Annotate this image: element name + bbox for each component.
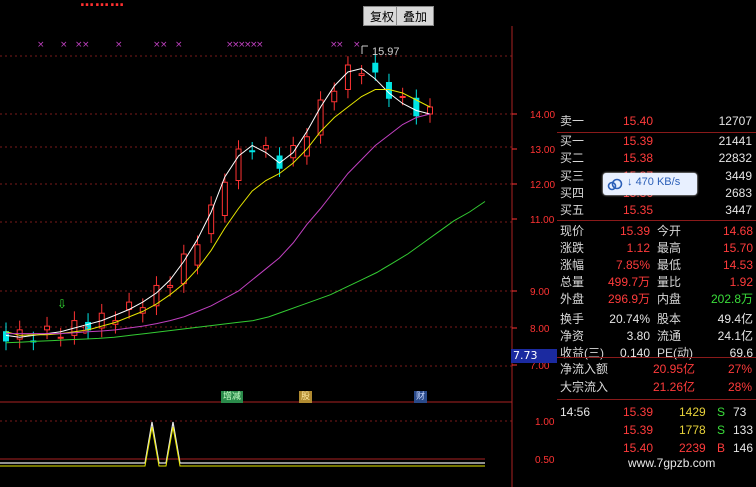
candle-body bbox=[427, 106, 433, 115]
candle-body bbox=[57, 336, 64, 339]
price-axis: 14.0013.0012.0011.009.008.007.001.000.50 bbox=[512, 110, 555, 466]
candle-body bbox=[208, 204, 215, 235]
candle-body bbox=[331, 90, 338, 103]
signal-x-marker: × bbox=[336, 40, 344, 50]
moving-averages bbox=[5, 67, 486, 344]
candle-body bbox=[167, 284, 174, 288]
candle-body bbox=[194, 244, 201, 266]
tick-row: 15.39 1778 S 133 bbox=[623, 423, 754, 437]
candle-body bbox=[358, 73, 365, 76]
indicator-tick-label: 1.00 bbox=[535, 417, 555, 428]
indicator-line-white bbox=[0, 421, 485, 464]
sell-arrow-icon: ⇧ bbox=[80, 323, 90, 337]
candle-body bbox=[249, 150, 256, 153]
candle-body bbox=[344, 64, 351, 90]
buy-arrow-icon: ⇩ bbox=[57, 297, 67, 311]
window-title: ……… bbox=[80, 0, 125, 10]
signal-x-marker: × bbox=[353, 40, 361, 50]
event-marker-finance[interactable]: 财 bbox=[414, 391, 428, 403]
candle-body bbox=[44, 325, 51, 331]
kline-chart[interactable]: 14.0013.0012.0011.009.008.007.001.000.50… bbox=[0, 26, 557, 487]
current-price-tag: 7.73 bbox=[511, 349, 557, 363]
candle-body bbox=[221, 181, 228, 216]
network-speed-badge[interactable]: ↓ 470 KB/s bbox=[603, 173, 697, 195]
order-row-buy5: 买五 15.35 3447 bbox=[560, 203, 752, 217]
ma5-line bbox=[5, 67, 431, 338]
order-row-buy2: 买二 15.38 22832 bbox=[560, 151, 752, 165]
overlay-button[interactable]: 叠加 bbox=[396, 6, 435, 26]
price-tick-label: 8.00 bbox=[530, 324, 550, 335]
candlesticks bbox=[3, 54, 433, 351]
event-marker-stock[interactable]: 股 bbox=[299, 391, 313, 403]
candle-body bbox=[235, 148, 242, 181]
blockflow-row: 大宗流入 21.26亿 28% bbox=[560, 380, 752, 394]
price-tick-label: 9.00 bbox=[530, 287, 550, 298]
signal-x-marker: × bbox=[82, 40, 90, 50]
ma10-line bbox=[5, 89, 431, 336]
signal-x-marker: × bbox=[256, 40, 264, 50]
candle-body bbox=[399, 96, 406, 98]
stat-row: 外盘 296.9万 内盘 202.8万 bbox=[560, 292, 753, 306]
tick-row: 14:56 15.39 1429 S 73 bbox=[560, 405, 747, 419]
price-tick-label: 13.00 bbox=[530, 145, 555, 156]
network-speed-label: ↓ 470 KB/s bbox=[627, 176, 681, 188]
price-tick-label: 11.00 bbox=[530, 215, 555, 226]
indicator-tick-label: 0.50 bbox=[535, 455, 555, 466]
candle-body bbox=[262, 145, 269, 150]
high-price-label: 15.97 bbox=[372, 46, 400, 58]
price-tick-label: 14.00 bbox=[530, 110, 555, 121]
event-marker-increase[interactable]: 增减 bbox=[221, 391, 244, 403]
candle-body bbox=[372, 62, 379, 73]
signal-markers: × × × × × × × × ×××××× ×× × bbox=[37, 40, 361, 50]
price-tick-label: 12.00 bbox=[530, 180, 555, 191]
signal-x-marker: × bbox=[37, 40, 45, 50]
signal-x-marker: × bbox=[115, 40, 123, 50]
ma60-line bbox=[5, 201, 486, 344]
signal-x-marker: × bbox=[60, 40, 68, 50]
indicator-line-yellow bbox=[0, 426, 485, 467]
signal-x-marker: × bbox=[175, 40, 183, 50]
order-row-sell1: 卖一 15.40 12707 bbox=[560, 114, 752, 128]
netflow-row: 净流入额 20.95亿 27% bbox=[560, 362, 752, 376]
cloud-icon bbox=[607, 178, 623, 191]
signal-x-marker: × bbox=[160, 40, 168, 50]
quote-panel: 卖一 15.40 12707 买一 15.39 21441 买二 15.38 2… bbox=[557, 110, 756, 487]
watermark: www.7gpzb.com bbox=[628, 456, 716, 470]
candle-body bbox=[3, 331, 9, 342]
